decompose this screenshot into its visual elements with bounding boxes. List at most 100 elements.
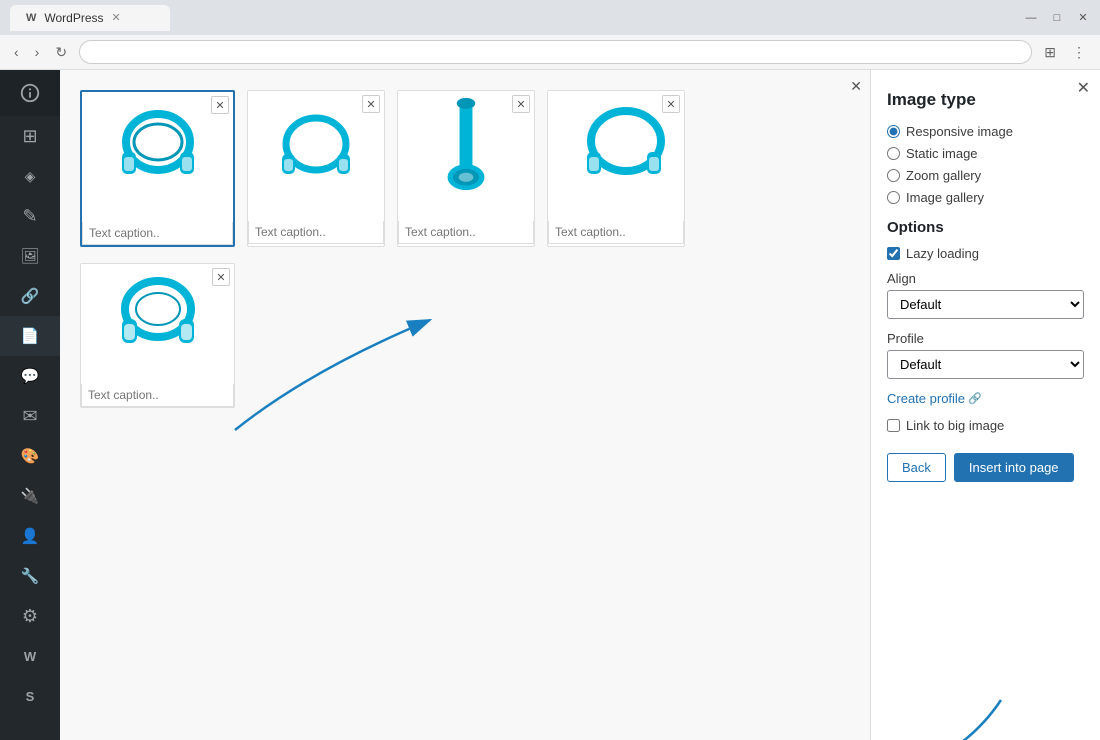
lazy-loading-option[interactable]: Lazy loading	[887, 246, 1084, 261]
gallery-bottom-row: ✕	[80, 263, 850, 408]
profile-select[interactable]: Default	[887, 350, 1084, 379]
tab-title: WordPress	[44, 11, 103, 25]
sidebar-item-pages[interactable]: 📄	[0, 316, 60, 356]
sidebar-item-wp[interactable]: W	[0, 636, 60, 676]
radio-responsive-input[interactable]	[887, 125, 900, 138]
media-icon: 🖼	[20, 247, 39, 265]
sidebar-item-media[interactable]: 🖼	[0, 236, 60, 276]
align-select[interactable]: Default Left Center Right	[887, 290, 1084, 319]
sidebar-item-jetpack[interactable]: ◈	[0, 156, 60, 196]
plugins-icon: 🔌	[21, 487, 40, 505]
caption-input-2[interactable]	[248, 221, 384, 244]
appearance-icon: 🎨	[21, 447, 40, 465]
sidebar-item-links[interactable]: 🔗	[0, 276, 60, 316]
posts-icon: ✎	[22, 206, 37, 227]
comments-icon: 💬	[21, 367, 40, 385]
sidebar-item-seo[interactable]: S	[0, 676, 60, 716]
sidebar-item-appearance[interactable]: 🎨	[0, 436, 60, 476]
refresh-button[interactable]: ↻	[51, 42, 71, 63]
radio-zoom-input[interactable]	[887, 169, 900, 182]
gallery-item-close-4[interactable]: ✕	[662, 95, 680, 113]
radio-static-label: Static image	[906, 146, 978, 161]
tab-close-button[interactable]: ✕	[112, 11, 121, 24]
wordpress-icon	[19, 82, 41, 104]
modal-close-button[interactable]: ✕	[1077, 78, 1090, 98]
radio-gallery[interactable]: Image gallery	[887, 190, 1084, 205]
radio-zoom[interactable]: Zoom gallery	[887, 168, 1084, 183]
sidebar-item-plugins[interactable]: 🔌	[0, 476, 60, 516]
caption-input-1[interactable]	[82, 222, 233, 245]
radio-gallery-label: Image gallery	[906, 190, 984, 205]
insert-button[interactable]: Insert into page	[954, 453, 1074, 482]
browser-tab[interactable]: W WordPress ✕	[10, 5, 170, 31]
gallery-item-close-5[interactable]: ✕	[212, 268, 230, 286]
sidebar-item-posts[interactable]: ✎	[0, 196, 60, 236]
wp-admin: ⊞ ◈ ✎ 🖼 🔗 📄 💬 ✉ 🎨 🔌 👤 🔧 ⚙ W S W ⌂	[0, 70, 1100, 740]
gallery-item-3[interactable]: ✕	[397, 90, 535, 247]
tab-favicon: W	[26, 12, 36, 24]
headphone-svg-1	[98, 97, 218, 217]
insert-arrow	[871, 540, 1100, 740]
gallery-item-close-2[interactable]: ✕	[362, 95, 380, 113]
extensions-button[interactable]: ⊞	[1040, 42, 1060, 63]
gallery-item-2[interactable]: ✕	[247, 90, 385, 247]
back-button[interactable]: ‹	[10, 42, 23, 62]
gallery-panel: ✕ ✕	[60, 70, 870, 740]
caption-input-3[interactable]	[398, 221, 534, 244]
sidebar-item-dashboard[interactable]: ⊞	[0, 116, 60, 156]
gallery-top-row: ✕	[80, 90, 850, 247]
create-profile-label: Create profile	[887, 391, 965, 406]
gallery-item-close-1[interactable]: ✕	[211, 96, 229, 114]
dashboard-icon: ⊞	[22, 126, 37, 147]
wp-main: W ⌂ ↻ 7 💬 0 + New 🖱 Help ▾	[60, 70, 1100, 740]
sidebar-menu: ⊞ ◈ ✎ 🖼 🔗 📄 💬 ✉ 🎨 🔌 👤 🔧 ⚙ W S	[0, 116, 60, 716]
settings-icon: ⚙	[22, 606, 38, 627]
link-to-big-option[interactable]: Link to big image	[887, 418, 1084, 433]
headphone-svg-3	[421, 96, 511, 216]
link-to-big-checkbox[interactable]	[887, 419, 900, 432]
gallery-close-button[interactable]: ✕	[850, 78, 862, 95]
feedback-icon: ✉	[22, 406, 37, 427]
modal-overlay: ✕ ✕	[60, 70, 1100, 740]
panel-title: Image type	[887, 90, 1084, 110]
lazy-loading-checkbox[interactable]	[887, 247, 900, 260]
radio-responsive-label: Responsive image	[906, 124, 1013, 139]
tools-icon: 🔧	[21, 567, 40, 585]
gallery-item-4[interactable]: ✕	[547, 90, 685, 247]
wp-sidebar: ⊞ ◈ ✎ 🖼 🔗 📄 💬 ✉ 🎨 🔌 👤 🔧 ⚙ W S	[0, 70, 60, 740]
radio-gallery-input[interactable]	[887, 191, 900, 204]
gallery-item-close-3[interactable]: ✕	[512, 95, 530, 113]
close-button[interactable]: ✕	[1076, 11, 1090, 25]
gallery-item-1[interactable]: ✕	[80, 90, 235, 247]
image-type-options: Responsive image Static image Zoom galle…	[887, 124, 1084, 205]
radio-static[interactable]: Static image	[887, 146, 1084, 161]
sidebar-item-tools[interactable]: 🔧	[0, 556, 60, 596]
sidebar-item-feedback[interactable]: ✉	[0, 396, 60, 436]
headphone-svg-4	[551, 96, 681, 216]
sidebar-item-settings[interactable]: ⚙	[0, 596, 60, 636]
lazy-loading-label: Lazy loading	[906, 246, 979, 261]
modal-sidebar: ✕ Image type Responsive image Static ima…	[870, 70, 1100, 740]
radio-static-input[interactable]	[887, 147, 900, 160]
pages-icon: 📄	[21, 327, 40, 345]
radio-zoom-label: Zoom gallery	[906, 168, 981, 183]
sidebar-item-users[interactable]: 👤	[0, 516, 60, 556]
browser-chrome: W WordPress ✕ — □ ✕ ‹ › ↻ ⊞ ⋮	[0, 0, 1100, 70]
maximize-button[interactable]: □	[1050, 11, 1064, 25]
radio-responsive[interactable]: Responsive image	[887, 124, 1084, 139]
back-button[interactable]: Back	[887, 453, 946, 482]
minimize-button[interactable]: —	[1024, 11, 1038, 25]
modal-dialog: ✕ ✕	[60, 70, 1100, 740]
browser-titlebar: W WordPress ✕ — □ ✕	[0, 0, 1100, 35]
caption-input-5[interactable]	[81, 384, 234, 407]
external-link-icon: 🔗	[968, 392, 982, 405]
profile-label: Profile	[887, 331, 1084, 346]
menu-button[interactable]: ⋮	[1068, 42, 1090, 63]
create-profile-link[interactable]: Create profile 🔗	[887, 391, 1084, 406]
forward-button[interactable]: ›	[31, 42, 44, 62]
caption-input-4[interactable]	[548, 221, 684, 244]
sidebar-item-comments[interactable]: 💬	[0, 356, 60, 396]
address-bar[interactable]	[79, 40, 1032, 64]
gallery-item-5[interactable]: ✕	[80, 263, 235, 408]
jetpack-icon: ◈	[25, 168, 36, 185]
